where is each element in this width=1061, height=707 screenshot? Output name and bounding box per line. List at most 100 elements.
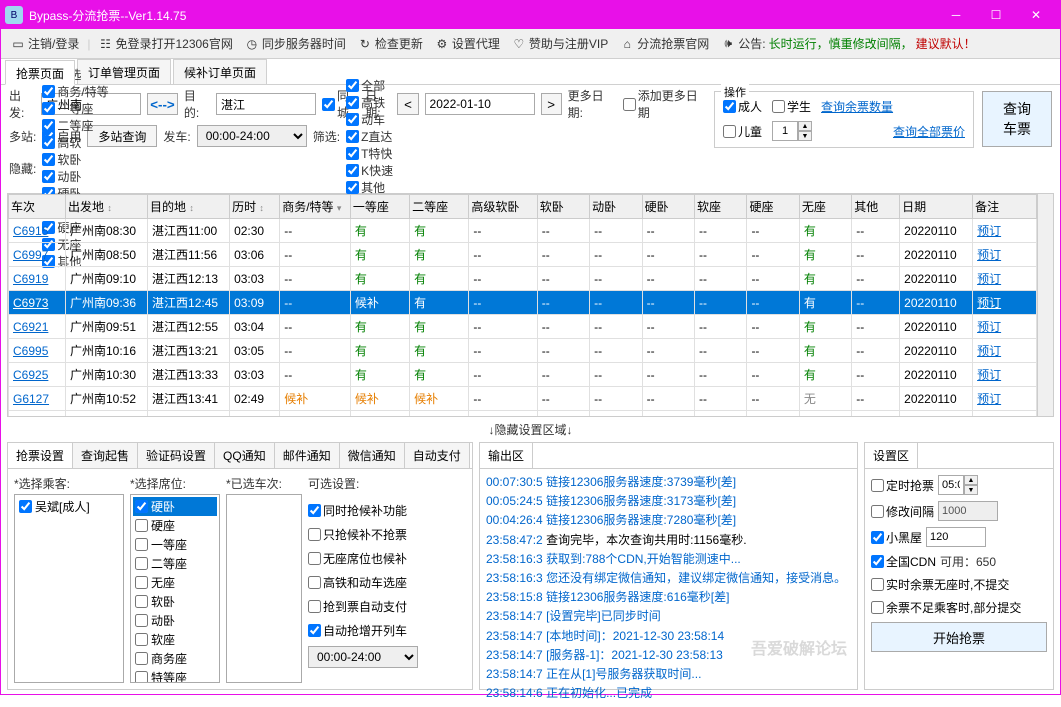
close-button[interactable]: ✕ bbox=[1016, 1, 1056, 29]
col-header-8[interactable]: 软卧 bbox=[537, 195, 589, 219]
list-item[interactable]: 吴斌[成人] bbox=[17, 497, 121, 516]
tb-check-update[interactable]: ↻检查更新 bbox=[354, 33, 427, 54]
tb-set-proxy[interactable]: ⚙设置代理 bbox=[431, 33, 504, 54]
hide-2[interactable]: 一等座 bbox=[42, 100, 108, 117]
train-link[interactable]: C6927 bbox=[13, 416, 48, 417]
query-ticket-button[interactable]: 查询 车票 bbox=[982, 91, 1052, 147]
list-item[interactable]: 软座 bbox=[133, 630, 217, 649]
col-header-12[interactable]: 硬座 bbox=[747, 195, 799, 219]
col-header-7[interactable]: 高级软卧 bbox=[469, 195, 537, 219]
tb-official-site[interactable]: ⌂分流抢票官网 bbox=[616, 33, 713, 54]
train-link[interactable]: C6997 bbox=[13, 248, 48, 262]
tb-logout[interactable]: ▭注销/登录 bbox=[7, 33, 83, 54]
filter-6[interactable]: 其他 bbox=[346, 179, 393, 196]
table-row[interactable]: C6919广州南09:10湛江西12:1303:03--有有----------… bbox=[9, 267, 1037, 291]
option-0[interactable]: 同时抢候补功能 bbox=[308, 498, 466, 522]
table-row[interactable]: C6927广州南11:15湛江西14:0602:51--有有----------… bbox=[9, 411, 1037, 417]
filter-4[interactable]: T特快 bbox=[346, 145, 393, 162]
filter-0[interactable]: 全部 bbox=[346, 77, 393, 94]
col-header-13[interactable]: 无座 bbox=[799, 195, 851, 219]
col-header-6[interactable]: 二等座 bbox=[410, 195, 469, 219]
settings-tab[interactable]: 设置区 bbox=[865, 443, 918, 468]
col-header-5[interactable]: 一等座 bbox=[350, 195, 409, 219]
depart-time-select[interactable]: 00:00-24:00 bbox=[197, 125, 307, 147]
table-row[interactable]: C6915广州南08:30湛江西11:0002:30--有有----------… bbox=[9, 219, 1037, 243]
train-link[interactable]: C6995 bbox=[13, 344, 48, 358]
config-tab-6[interactable]: 自动支付 bbox=[405, 443, 470, 468]
option-5[interactable]: 自动抢增开列车 bbox=[308, 618, 466, 642]
realtime-check[interactable]: 实时余票无座时,不提交 bbox=[871, 576, 1009, 593]
blackroom-input[interactable] bbox=[926, 527, 986, 547]
train-link[interactable]: C6921 bbox=[13, 320, 48, 334]
list-item[interactable]: 软卧 bbox=[133, 592, 217, 611]
col-header-15[interactable]: 日期 bbox=[900, 195, 973, 219]
main-tab-2[interactable]: 候补订单页面 bbox=[173, 59, 267, 84]
main-tab-0[interactable]: 抢票页面 bbox=[5, 60, 75, 85]
table-row[interactable]: C6925广州南10:30湛江西13:3303:03--有有----------… bbox=[9, 363, 1037, 387]
config-tab-3[interactable]: QQ通知 bbox=[215, 443, 275, 468]
minimize-button[interactable]: ─ bbox=[936, 1, 976, 29]
hide-6[interactable]: 动卧 bbox=[42, 168, 108, 185]
seat-list[interactable]: 硬卧硬座一等座二等座无座软卧动卧软座商务座特等座 bbox=[130, 494, 220, 683]
table-row[interactable]: G6127广州南10:52湛江西13:4102:49候补候补候补--------… bbox=[9, 387, 1037, 411]
list-item[interactable]: 动卧 bbox=[133, 611, 217, 630]
interval-input[interactable] bbox=[938, 501, 998, 521]
interval-check[interactable]: 修改间隔 bbox=[871, 503, 934, 520]
option-3[interactable]: 高铁和动车选座 bbox=[308, 570, 466, 594]
maximize-button[interactable]: ☐ bbox=[976, 1, 1016, 29]
table-row[interactable]: C6921广州南09:51湛江西12:5503:04--有有----------… bbox=[9, 315, 1037, 339]
col-header-0[interactable]: 车次 bbox=[9, 195, 66, 219]
output-log[interactable]: 00:07:30:5 链接12306服务器速度:3739毫秒[差]00:05:2… bbox=[480, 469, 857, 707]
filter-3[interactable]: Z直达 bbox=[346, 128, 393, 145]
filter-1[interactable]: 高铁 bbox=[346, 94, 393, 111]
hide-3[interactable]: 二等座 bbox=[42, 117, 108, 134]
list-item[interactable]: 商务座 bbox=[133, 649, 217, 668]
cdn-check[interactable]: 全国CDN bbox=[871, 553, 936, 570]
option-2[interactable]: 无座席位也候补 bbox=[308, 546, 466, 570]
train-link[interactable]: C6915 bbox=[13, 224, 48, 238]
book-link[interactable]: 预订 bbox=[977, 344, 1001, 358]
col-header-14[interactable]: 其他 bbox=[852, 195, 900, 219]
col-header-2[interactable]: 目的地 ↕ bbox=[148, 195, 230, 219]
add-more-date-check[interactable]: 添加更多日期 bbox=[623, 87, 706, 121]
tb-sync-time[interactable]: ◷同步服务器时间 bbox=[241, 33, 350, 54]
book-link[interactable]: 预订 bbox=[977, 368, 1001, 382]
option-4[interactable]: 抢到票自动支付 bbox=[308, 594, 466, 618]
filter-5[interactable]: K快速 bbox=[346, 162, 393, 179]
table-row[interactable]: C6997广州南08:50湛江西11:5603:06--有有----------… bbox=[9, 243, 1037, 267]
config-tab-1[interactable]: 查询起售 bbox=[73, 443, 138, 468]
book-link[interactable]: 预订 bbox=[977, 296, 1001, 310]
book-link[interactable]: 预订 bbox=[977, 272, 1001, 286]
student-check[interactable]: 学生 bbox=[772, 98, 811, 115]
query-count-link[interactable]: 查询余票数量 bbox=[821, 98, 893, 115]
hide-1[interactable]: 商务/特等 bbox=[42, 83, 108, 100]
book-link[interactable]: 预订 bbox=[977, 392, 1001, 406]
hide-4[interactable]: 高软 bbox=[42, 134, 108, 151]
query-price-link[interactable]: 查询全部票价 bbox=[893, 123, 965, 140]
start-button[interactable]: 开始抢票 bbox=[871, 622, 1047, 652]
col-header-11[interactable]: 软座 bbox=[695, 195, 747, 219]
list-item[interactable]: 无座 bbox=[133, 573, 217, 592]
tb-open12306[interactable]: ☷免登录打开12306官网 bbox=[94, 33, 236, 54]
swap-button[interactable]: <--> bbox=[147, 93, 178, 115]
train-link[interactable]: C6919 bbox=[13, 272, 48, 286]
config-tab-0[interactable]: 抢票设置 bbox=[8, 443, 73, 468]
train-link[interactable]: C6925 bbox=[13, 368, 48, 382]
insufficient-check[interactable]: 余票不足乘客时,部分提交 bbox=[871, 599, 1021, 616]
passenger-list[interactable]: 吴斌[成人] bbox=[14, 494, 124, 683]
book-link[interactable]: 预订 bbox=[977, 224, 1001, 238]
table-row[interactable]: C6973广州南09:36湛江西12:4503:09--候补有---------… bbox=[9, 291, 1037, 315]
child-count-spinner[interactable]: ▲▼ bbox=[772, 121, 812, 141]
option-1[interactable]: 只抢候补不抢票 bbox=[308, 522, 466, 546]
train-link[interactable]: C6973 bbox=[13, 296, 48, 310]
col-header-4[interactable]: 商务/特等 ▾ bbox=[280, 195, 351, 219]
date-next-button[interactable]: > bbox=[541, 93, 562, 115]
adult-check[interactable]: 成人 bbox=[723, 98, 762, 115]
list-item[interactable]: 二等座 bbox=[133, 554, 217, 573]
list-item[interactable]: 硬卧 bbox=[133, 497, 217, 516]
book-link[interactable]: 预订 bbox=[977, 248, 1001, 262]
timed-spinner[interactable]: ▲▼ bbox=[938, 475, 978, 495]
list-item[interactable]: 硬座 bbox=[133, 516, 217, 535]
table-row[interactable]: C6995广州南10:16湛江西13:2103:05--有有----------… bbox=[9, 339, 1037, 363]
timed-check[interactable]: 定时抢票 bbox=[871, 477, 934, 494]
